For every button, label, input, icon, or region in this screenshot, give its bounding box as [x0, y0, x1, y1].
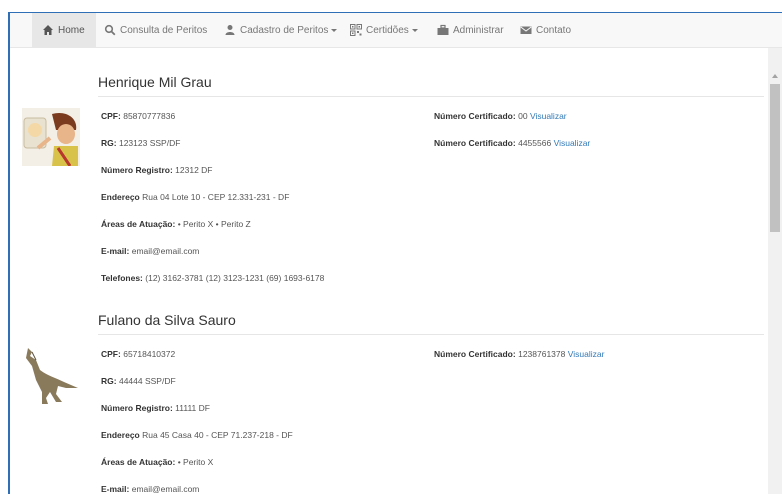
perito-photo: [22, 108, 80, 167]
vertical-scrollbar[interactable]: [768, 48, 782, 494]
nav-consulta-label: Consulta de Peritos: [120, 24, 208, 36]
telefones-field: Telefones: (12) 3162-3781 (12) 3123-1231…: [101, 273, 325, 283]
registro-value: 11111 DF: [175, 403, 210, 413]
top-navbar: Home Consulta de Peritos Cadastro de Per…: [10, 13, 782, 48]
briefcase-icon: [437, 24, 449, 36]
visualizar-link[interactable]: Visualizar: [554, 138, 591, 148]
rg-field: RG: 44444 SSP/DF: [101, 376, 176, 386]
nav-administrar-label: Administrar: [453, 24, 504, 36]
nav-home-label: Home: [58, 24, 85, 36]
peritos-list: Henrique Mil Grau CPF: 85870777836 RG: 1…: [10, 48, 766, 494]
nav-certidoes-label: Certidões: [366, 24, 409, 36]
scrollbar-thumb[interactable]: [770, 84, 780, 232]
nav-home[interactable]: Home: [32, 13, 96, 47]
envelope-icon: [520, 24, 532, 36]
nav-contato-label: Contato: [536, 24, 572, 36]
nav-contato[interactable]: Contato: [520, 13, 571, 47]
chevron-down-icon: [331, 28, 338, 32]
certificado-value: 1238761378: [518, 349, 566, 359]
nav-cadastro-peritos[interactable]: Cadastro de Peritos: [224, 13, 338, 47]
endereco-value: Rua 45 Casa 40 - CEP 71.237-218 - DF: [142, 430, 293, 440]
certificado-value: 00: [518, 111, 528, 121]
qrcode-icon: [350, 24, 362, 36]
email-value: email@email.com: [131, 246, 200, 256]
rg-value: 44444 SSP/DF: [118, 376, 176, 386]
home-icon: [42, 24, 54, 36]
registro-field: Número Registro: 11111 DF: [101, 403, 210, 413]
cpf-value: 85870777836: [123, 111, 176, 121]
cpf-field: CPF: 65718410372: [101, 349, 176, 359]
divider: [98, 96, 764, 97]
email-value: email@email.com: [131, 484, 200, 494]
visualizar-link[interactable]: Visualizar: [530, 111, 567, 121]
user-icon: [224, 24, 236, 36]
cpf-value: 65718410372: [123, 349, 176, 359]
areas-field: Áreas de Atuação: • Perito X: [101, 457, 214, 467]
email-field: E-mail: email@email.com: [101, 484, 200, 494]
perito-photo: [22, 346, 80, 404]
endereco-field: Endereço Rua 04 Lote 10 - CEP 12.331-231…: [101, 192, 290, 202]
telefones-value: (12) 3162-3781 (12) 3123-1231 (69) 1693-…: [145, 273, 325, 283]
certificado-field: Número Certificado: 4455566 Visualizar: [434, 138, 591, 148]
visualizar-link[interactable]: Visualizar: [568, 349, 605, 359]
scroll-up-arrow-icon[interactable]: [772, 74, 778, 78]
chevron-down-icon: [411, 28, 418, 32]
areas-value: • Perito X: [177, 457, 214, 467]
endereco-value: Rua 04 Lote 10 - CEP 12.331-231 - DF: [142, 192, 290, 202]
nav-consulta-peritos[interactable]: Consulta de Peritos: [104, 13, 207, 47]
nav-certidoes[interactable]: Certidões: [350, 13, 418, 47]
search-icon: [104, 24, 116, 36]
perito-name: Fulano da Silva Sauro: [98, 312, 236, 328]
endereco-field: Endereço Rua 45 Casa 40 - CEP 71.237-218…: [101, 430, 293, 440]
certificado-field: Número Certificado: 00 Visualizar: [434, 111, 567, 121]
registro-field: Número Registro: 12312 DF: [101, 165, 213, 175]
rg-value: 123123 SSP/DF: [118, 138, 181, 148]
nav-cadastro-label: Cadastro de Peritos: [240, 24, 329, 36]
registro-value: 12312 DF: [175, 165, 213, 175]
areas-field: Áreas de Atuação: • Perito X • Perito Z: [101, 219, 251, 229]
email-field: E-mail: email@email.com: [101, 246, 200, 256]
certificado-value: 4455566: [518, 138, 552, 148]
divider: [98, 334, 764, 335]
nav-administrar[interactable]: Administrar: [437, 13, 504, 47]
certificado-field: Número Certificado: 1238761378 Visualiza…: [434, 349, 605, 359]
rg-field: RG: 123123 SSP/DF: [101, 138, 181, 148]
areas-value: • Perito X • Perito Z: [177, 219, 251, 229]
perito-name: Henrique Mil Grau: [98, 74, 212, 90]
cpf-field: CPF: 85870777836: [101, 111, 176, 121]
